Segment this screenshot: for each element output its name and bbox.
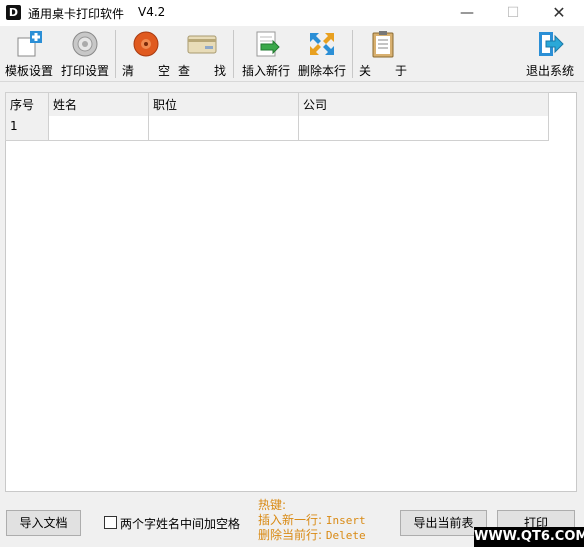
exit-button[interactable]: 退出系统: [522, 30, 578, 80]
toolbar-label: 查 找: [177, 64, 226, 78]
hotkey-delete-label: 删除当前行:: [258, 528, 323, 542]
toolbar-separator: [352, 30, 353, 78]
delete-row-button[interactable]: 删除本行: [294, 30, 350, 80]
template-plus-icon: [17, 31, 42, 57]
toolbar-label: 插入新行: [241, 64, 290, 78]
hotkey-delete-key: Delete: [325, 529, 366, 542]
toolbar-label: 退出系统: [525, 64, 574, 78]
clear-disc-icon: [133, 31, 159, 57]
clear-button[interactable]: 清 空: [120, 30, 172, 80]
checkbox-label[interactable]: 两个字姓名中间加空格: [120, 515, 240, 532]
clipboard-icon: [372, 31, 394, 58]
toolbar: 模板设置 打印设置 清 空 查 找 插入新行 删除本行 关 于 退出系统: [0, 26, 584, 82]
toolbar-label: 关 于: [358, 64, 407, 78]
column-header-company[interactable]: 公司: [299, 92, 549, 117]
data-grid[interactable]: [5, 92, 577, 492]
delete-row-icon: [310, 33, 334, 55]
cell-position[interactable]: [149, 116, 299, 141]
window-version: V4.2: [138, 5, 166, 19]
column-header-name[interactable]: 姓名: [49, 92, 149, 117]
hotkeys-title: 热键:: [258, 498, 287, 512]
toolbar-label: 打印设置: [60, 64, 109, 78]
about-button[interactable]: 关 于: [356, 30, 410, 80]
cell-company[interactable]: [299, 116, 549, 141]
hotkey-delete: 删除当前行: Delete: [258, 528, 398, 543]
gear-icon: [72, 31, 98, 57]
close-button[interactable]: ✕: [536, 0, 582, 26]
card-search-icon: [187, 35, 217, 54]
cell-index[interactable]: 1: [5, 116, 49, 141]
insert-row-icon: [256, 31, 280, 57]
site-watermark: WWW.QT6.COM: [474, 527, 584, 547]
template-settings-button[interactable]: 模板设置: [4, 30, 54, 80]
window-title: 通用桌卡打印软件: [28, 7, 125, 21]
insert-row-button[interactable]: 插入新行: [238, 30, 294, 80]
print-settings-button[interactable]: 打印设置: [60, 30, 110, 80]
toolbar-label: 清 空: [121, 64, 170, 78]
checkbox-box[interactable]: [104, 516, 117, 529]
hotkey-hints: 热键: 插入新一行: Insert 删除当前行: Delete: [258, 498, 398, 543]
hotkey-insert-key: Insert: [325, 514, 366, 527]
title-bar: D 通用桌卡打印软件 V4.2 — ☐ ✕: [0, 0, 584, 26]
cell-name[interactable]: [49, 116, 149, 141]
search-button[interactable]: 查 找: [176, 30, 228, 80]
toolbar-label: 删除本行: [297, 64, 346, 78]
toolbar-separator: [115, 30, 116, 78]
hotkey-insert: 插入新一行: Insert: [258, 513, 398, 528]
maximize-button[interactable]: ☐: [490, 0, 536, 26]
toolbar-label: 模板设置: [4, 64, 53, 78]
column-header-index[interactable]: 序号: [5, 92, 49, 117]
app-logo-icon: D: [6, 5, 21, 20]
toolbar-separator: [233, 30, 234, 78]
hotkey-insert-label: 插入新一行:: [258, 513, 323, 527]
column-header-position[interactable]: 职位: [149, 92, 299, 117]
import-document-button[interactable]: 导入文档: [6, 510, 81, 536]
minimize-button[interactable]: —: [444, 0, 490, 26]
exit-arrow-icon: [539, 32, 564, 56]
